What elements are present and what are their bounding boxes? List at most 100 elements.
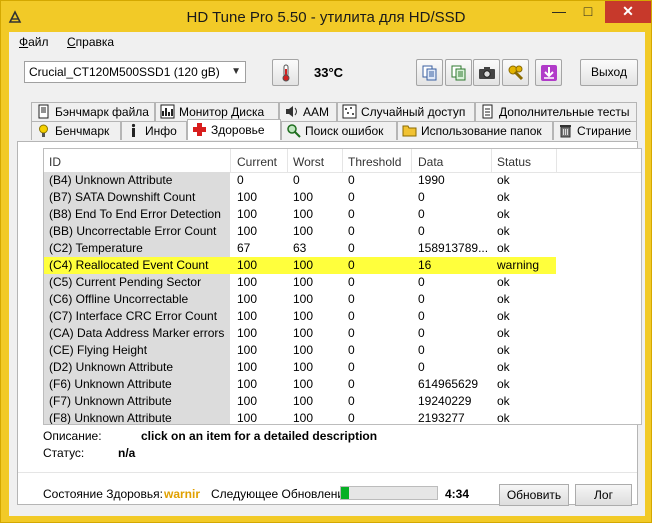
temperature-readout: 33°C <box>314 65 344 80</box>
cell-current: 100 <box>237 326 258 340</box>
folder-icon <box>402 123 417 138</box>
cell-worst: 100 <box>293 360 314 374</box>
table-row-warning[interactable]: (C4) Reallocated Event Count 100 100 0 16 war… <box>44 257 641 274</box>
close-button[interactable]: ✕ <box>605 1 651 23</box>
table-row[interactable]: (B7) SATA Downshift Count 100 100 0 0 ok <box>44 189 641 206</box>
tab-health[interactable]: Здоровье <box>187 119 281 140</box>
tab-file-benchmark[interactable]: Бэнчмарк файла <box>31 102 155 121</box>
save-button[interactable] <box>535 59 562 86</box>
tab-extra-tests[interactable]: Дополнительные тесты <box>475 102 637 121</box>
cell-status: ok <box>497 360 510 374</box>
copy-all-button[interactable] <box>445 59 472 86</box>
refresh-button[interactable]: Обновить <box>499 484 569 506</box>
cell-worst: 100 <box>293 411 314 425</box>
maximize-button[interactable]: □ <box>574 1 602 23</box>
app-window: HD Tune Pro 5.50 - утилита для HD/SSD — … <box>0 0 652 523</box>
cell-current: 100 <box>237 275 258 289</box>
cell-status: ok <box>497 377 510 391</box>
tab-erase[interactable]: Стирание <box>553 121 637 140</box>
table-row[interactable]: (C7) Interface CRC Error Count 100 100 0 0 ok <box>44 308 641 325</box>
column-divider <box>342 149 343 173</box>
cell-data: 19240229 <box>418 394 472 408</box>
tab-folder-usage[interactable]: Использование папок <box>397 121 553 140</box>
smart-attribute-table[interactable]: ID Current Worst Threshold Data Status (… <box>43 148 642 425</box>
table-row[interactable]: (CA) Data Address Marker errors 100 100 0 0 o… <box>44 325 641 342</box>
column-header-data[interactable]: Data <box>418 155 443 169</box>
column-header-status[interactable]: Status <box>497 155 531 169</box>
table-row[interactable]: (D2) Unknown Attribute 100 100 0 0 ok <box>44 359 641 376</box>
table-body: (B4) Unknown Attribute 0 0 0 1990 ok (B7) SAT… <box>44 172 641 425</box>
next-update-label: Следующее Обновление: <box>211 487 355 501</box>
tab-aam[interactable]: AAM <box>279 102 337 121</box>
column-divider <box>411 149 412 173</box>
cell-threshold: 0 <box>348 275 355 289</box>
table-row[interactable]: (F7) Unknown Attribute 100 100 0 19240229 ok <box>44 393 641 410</box>
table-row[interactable]: (B4) Unknown Attribute 0 0 0 1990 ok <box>44 172 641 189</box>
cell-id: (C7) Interface CRC Error Count <box>49 309 218 323</box>
table-row[interactable]: (C2) Temperature 67 63 0 158913789... ok <box>44 240 641 257</box>
table-row[interactable]: (BB) Uncorrectable Error Count 100 100 0 0 ok <box>44 223 641 240</box>
cell-data: 0 <box>418 343 425 357</box>
menu-file[interactable]: Файл <box>19 35 49 49</box>
column-divider <box>491 149 492 173</box>
cell-threshold: 0 <box>348 173 355 187</box>
cell-id: (F6) Unknown Attribute <box>49 377 172 391</box>
cell-id: (D2) Unknown Attribute <box>49 360 174 374</box>
screenshot-button[interactable] <box>473 59 500 86</box>
exit-button[interactable]: Выход <box>580 59 638 86</box>
status-label: Статус: <box>43 446 85 460</box>
column-header-threshold[interactable]: Threshold <box>348 155 401 169</box>
tab-random-access[interactable]: Случайный доступ <box>337 102 475 121</box>
disk-monitor-icon <box>160 104 175 119</box>
table-row[interactable]: (B8) End To End Error Detection 100 100 0 0 o… <box>44 206 641 223</box>
cell-worst: 0 <box>293 173 300 187</box>
tab-label: Инфо <box>145 124 177 138</box>
column-header-id[interactable]: ID <box>49 155 61 169</box>
tab-label: Использование папок <box>421 124 542 138</box>
cell-id: (C2) Temperature <box>49 241 143 255</box>
copy-info-button[interactable] <box>416 59 443 86</box>
cell-id: (F8) Unknown Attribute <box>49 411 172 425</box>
tab-benchmark[interactable]: Бенчмарк <box>31 121 121 140</box>
table-row[interactable]: (C5) Current Pending Sector 100 100 0 0 ok <box>44 274 641 291</box>
options-button[interactable] <box>502 59 529 86</box>
cell-id: (BB) Uncorrectable Error Count <box>49 224 217 238</box>
cell-worst: 100 <box>293 309 314 323</box>
temperature-button[interactable] <box>272 59 299 86</box>
cell-status: ok <box>497 309 510 323</box>
tab-error-scan[interactable]: Поиск ошибок <box>281 121 397 140</box>
cell-data: 158913789... <box>418 241 489 255</box>
copy-icon <box>422 65 437 81</box>
cell-worst: 100 <box>293 258 314 272</box>
cell-worst: 100 <box>293 207 314 221</box>
table-row[interactable]: (F6) Unknown Attribute 100 100 0 614965629 ok <box>44 376 641 393</box>
menu-help[interactable]: Справка <box>67 35 114 49</box>
table-row[interactable]: (C6) Offline Uncorrectable 100 100 0 0 ok <box>44 291 641 308</box>
cell-worst: 100 <box>293 292 314 306</box>
cell-current: 100 <box>237 411 258 425</box>
divider <box>18 472 637 473</box>
minimize-button[interactable]: — <box>545 1 573 23</box>
cell-threshold: 0 <box>348 377 355 391</box>
drive-select-value: Crucial_CT120M500SSD1 (120 gB) <box>29 65 220 79</box>
column-header-current[interactable]: Current <box>237 155 277 169</box>
health-status-label: Состояние Здоровья: <box>43 487 163 501</box>
table-row[interactable]: (CE) Flying Height 100 100 0 0 ok <box>44 342 641 359</box>
tab-label: Случайный доступ <box>361 105 466 119</box>
drive-select[interactable]: Crucial_CT120M500SSD1 (120 gB) ▼ <box>24 61 246 83</box>
cell-threshold: 0 <box>348 224 355 238</box>
cell-threshold: 0 <box>348 292 355 306</box>
cell-status: ok <box>497 224 510 238</box>
cell-worst: 100 <box>293 343 314 357</box>
log-button[interactable]: Лог <box>575 484 632 506</box>
cell-id: (F7) Unknown Attribute <box>49 394 172 408</box>
cell-id: (C6) Offline Uncorrectable <box>49 292 189 306</box>
cell-threshold: 0 <box>348 411 355 425</box>
title-bar[interactable]: HD Tune Pro 5.50 - утилита для HD/SSD — … <box>1 1 651 33</box>
cell-status: ok <box>497 275 510 289</box>
cell-current: 100 <box>237 377 258 391</box>
column-header-worst[interactable]: Worst <box>293 155 324 169</box>
tab-info[interactable]: Инфо <box>121 121 187 140</box>
table-row[interactable]: (F8) Unknown Attribute 100 100 0 2193277 ok <box>44 410 641 425</box>
health-cross-icon <box>192 122 207 137</box>
